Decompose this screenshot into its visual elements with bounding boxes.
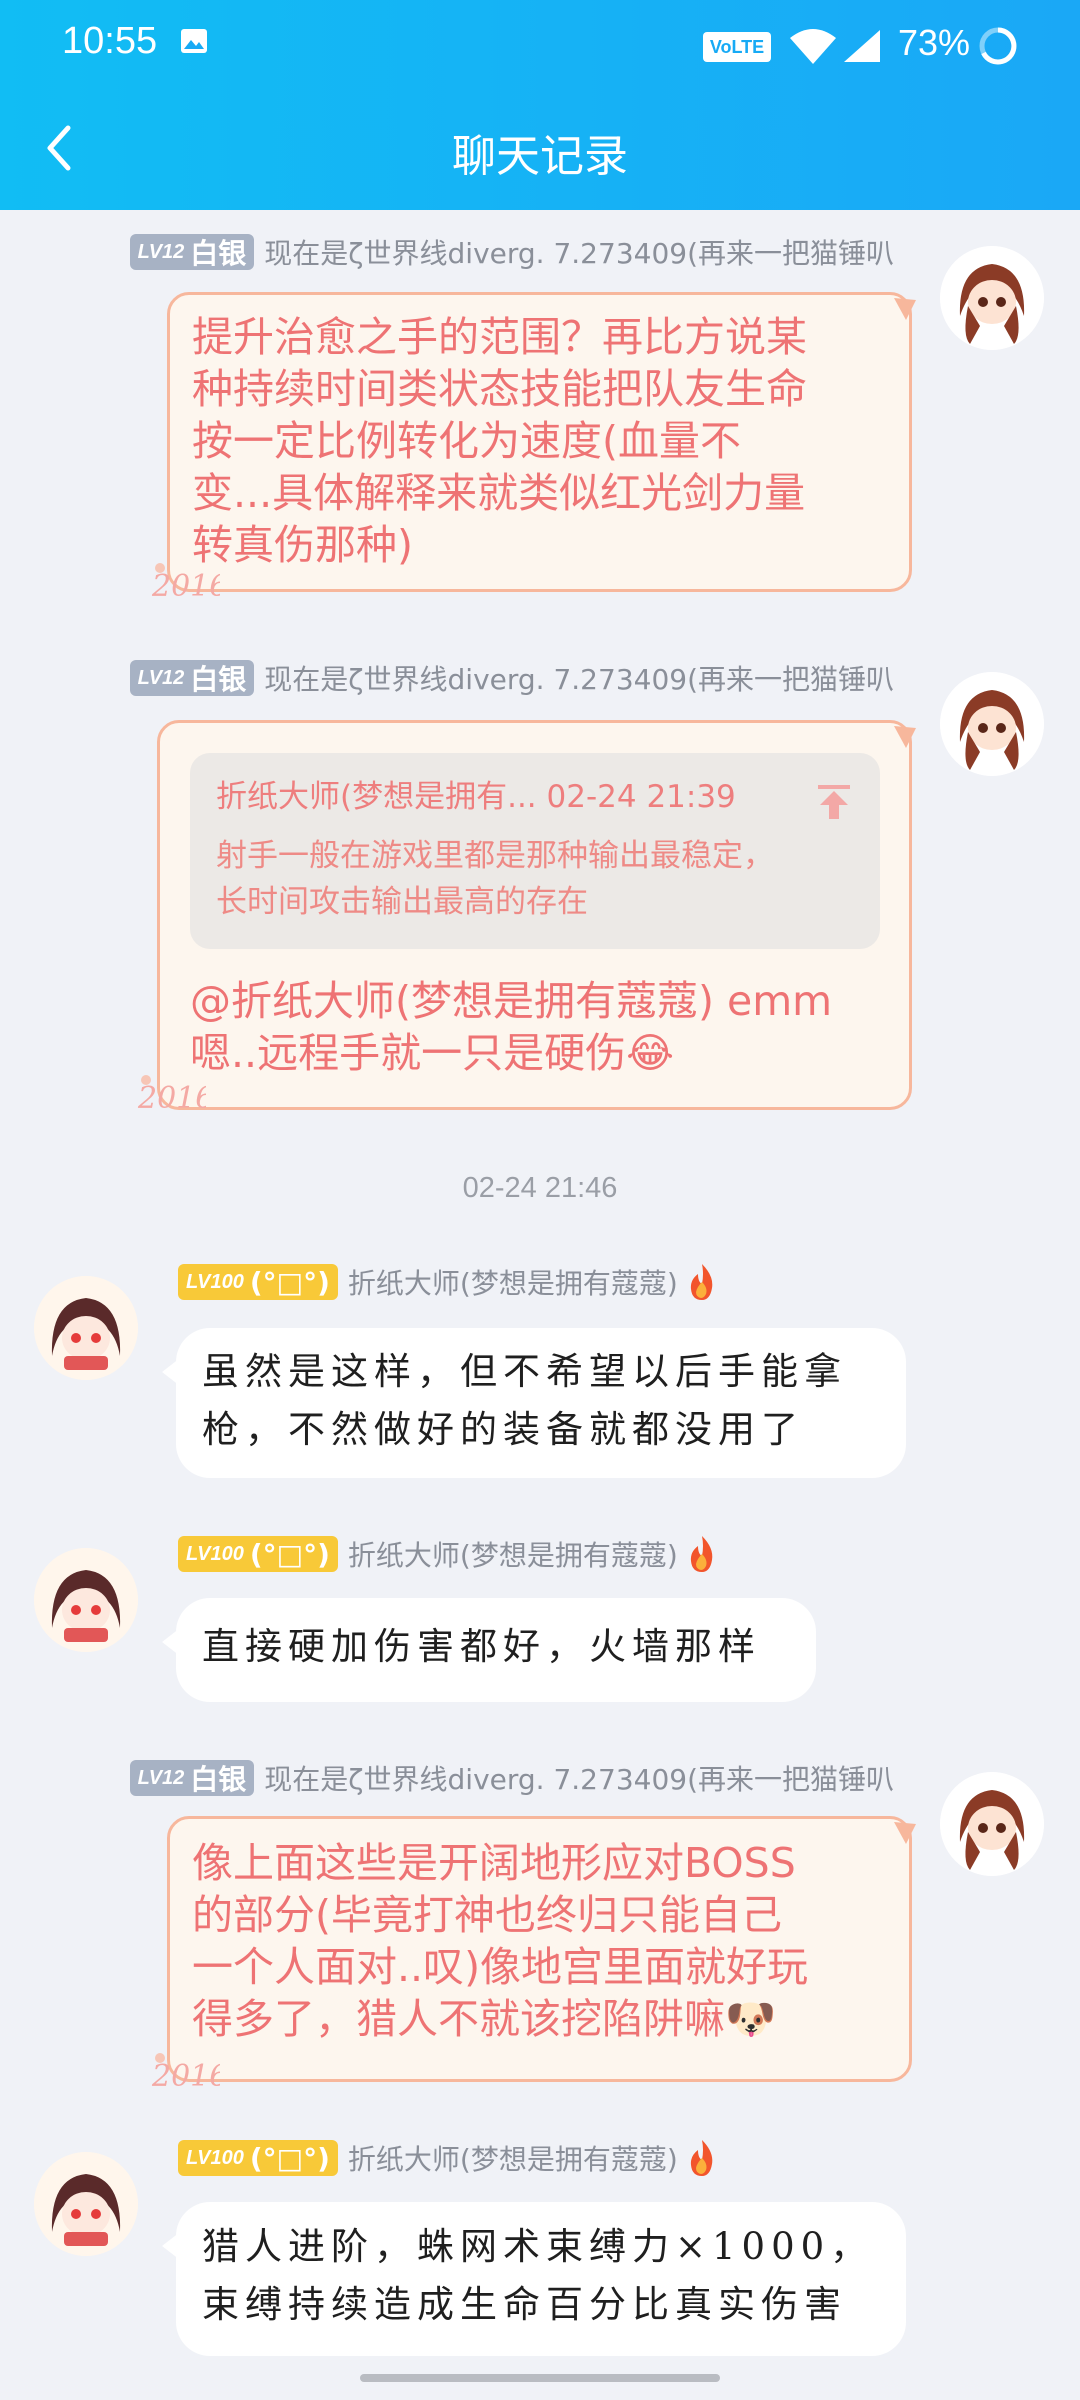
- svg-text:2016: 2016: [151, 2059, 220, 2094]
- quote-text: 射手一般在游戏里都是那种输出最稳定， 长时间攻击输出最高的存在: [216, 838, 774, 920]
- page-title: 聊天记录: [452, 131, 628, 182]
- avatar[interactable]: [940, 672, 1044, 776]
- bubble-corner-decoration-icon: [894, 298, 916, 320]
- sender-row: LV100 (°□°) 折纸大师(梦想是拥有蔻蔻): [178, 1534, 720, 1574]
- message-line: 枪，不然做好的装备就都没用了: [202, 1408, 804, 1451]
- nav-bar: 聊天记录: [0, 90, 1080, 210]
- bubble-decoration-icon: 2016: [151, 563, 220, 604]
- quoted-message[interactable]: 折纸大师(梦想是拥有... 02-24 21:39 射手一般在游戏里都是那种输出…: [190, 753, 880, 949]
- app-header: 10:55 VoLTE 73% 聊天记录: [0, 0, 1080, 210]
- signal-icon: [844, 30, 880, 62]
- sender-name: 折纸大师(梦想是拥有蔻蔻): [347, 1267, 678, 1300]
- message-line: 束缚持续造成生命百分比真实伤害: [202, 2283, 847, 2326]
- wifi-icon: [790, 29, 836, 64]
- flame-icon: [690, 1536, 713, 1572]
- message-line: 像上面这些是开阔地形应对BOSS: [192, 1839, 796, 1887]
- avatar[interactable]: [34, 1276, 138, 1380]
- level-badge: LV100 (°□°): [178, 2140, 338, 2176]
- bubble-corner-decoration-icon: [894, 726, 916, 748]
- message-line: 虽然是这样，但不希望以后手能拿: [202, 1350, 847, 1393]
- message-bubble: 像上面这些是开阔地形应对BOSS 的部分(毕竟打神也终归只能自己 一个人面对..…: [167, 1816, 912, 2082]
- sender-name: 现在是ζ世界线diverg. 7.273409(再来一把猫锤叭: [264, 663, 894, 696]
- image-icon: [181, 29, 207, 53]
- flame-icon: [690, 2140, 713, 2176]
- chat-message: LV12 白银 现在是ζ世界线diverg. 7.273409(再来一把猫锤叭 …: [0, 658, 1080, 1128]
- status-time: 10:55: [62, 20, 158, 62]
- message-bubble: 猎人进阶，蛛网术束缚力×1000， 束缚持续造成生命百分比真实伤害: [162, 2202, 906, 2356]
- sender-name: 折纸大师(梦想是拥有蔻蔻): [347, 1539, 678, 1572]
- pin-top-icon[interactable]: [814, 781, 854, 821]
- message-line: 得多了，猎人不就该挖陷阱嘛🐶: [192, 1995, 777, 2043]
- avatar[interactable]: [34, 2152, 138, 2256]
- chat-message: LV100 (°□°) 折纸大师(梦想是拥有蔻蔻) 虽然是这样，但不希望以后手能…: [0, 1262, 1080, 1502]
- avatar[interactable]: [34, 1548, 138, 1652]
- chat-message: LV12 白银 现在是ζ世界线diverg. 7.273409(再来一把猫锤叭 …: [0, 1758, 1080, 2098]
- svg-text:2016: 2016: [137, 1081, 206, 1116]
- message-text: @折纸大师(梦想是拥有蔻蔻) emm 嗯..远程手就一只是硬伤😂: [190, 975, 890, 1079]
- avatar[interactable]: [940, 246, 1044, 350]
- sender-row: LV12 白银 现在是ζ世界线diverg. 7.273409(再来一把猫锤叭: [129, 232, 894, 272]
- sender-row: LV12 白银 现在是ζ世界线diverg. 7.273409(再来一把猫锤叭: [129, 658, 894, 698]
- message-bubble: 折纸大师(梦想是拥有... 02-24 21:39 射手一般在游戏里都是那种输出…: [157, 720, 912, 1110]
- chat-message: LV100 (°□°) 折纸大师(梦想是拥有蔻蔻) 直接硬加伤害都好，火墙那样: [0, 1534, 1080, 1714]
- message-line: @折纸大师(梦想是拥有蔻蔻) emm: [190, 977, 833, 1025]
- level-badge: LV100 (°□°): [178, 1536, 338, 1572]
- sender-row: LV12 白银 现在是ζ世界线diverg. 7.273409(再来一把猫锤叭: [129, 1758, 894, 1798]
- sender-row: LV100 (°□°) 折纸大师(梦想是拥有蔻蔻): [178, 1262, 720, 1302]
- avatar[interactable]: [940, 1772, 1044, 1876]
- volte-badge: VoLTE: [703, 32, 771, 62]
- sender-row: LV100 (°□°) 折纸大师(梦想是拥有蔻蔻): [178, 2138, 720, 2178]
- sender-name: 折纸大师(梦想是拥有蔻蔻): [347, 2143, 678, 2176]
- message-line: 转真伤那种): [192, 521, 413, 569]
- sender-name: 现在是ζ世界线diverg. 7.273409(再来一把猫锤叭: [264, 237, 894, 270]
- sender-name: 现在是ζ世界线diverg. 7.273409(再来一把猫锤叭: [264, 1763, 894, 1796]
- message-line: 的部分(毕竟打神也终归只能自己: [192, 1891, 782, 1939]
- message-line: 直接硬加伤害都好，火墙那样: [202, 1625, 761, 1668]
- chat-message: LV12 白银 现在是ζ世界线diverg. 7.273409(再来一把猫锤叭 …: [0, 232, 1080, 612]
- message-line: 按一定比例转化为速度(血量不: [192, 417, 741, 465]
- svg-text:2016: 2016: [151, 569, 220, 604]
- message-bubble: 直接硬加伤害都好，火墙那样: [162, 1598, 816, 1702]
- level-badge: LV12 白银: [129, 234, 255, 270]
- message-line: 种持续时间类状态技能把队友生命: [192, 365, 807, 413]
- level-badge: LV12 白银: [129, 1760, 255, 1796]
- message-bubble: 虽然是这样，但不希望以后手能拿 枪，不然做好的装备就都没用了: [162, 1328, 906, 1478]
- level-badge: LV12 白银: [129, 660, 255, 696]
- status-bar: 10:55 VoLTE 73%: [0, 0, 1080, 90]
- message-line: 猎人进阶，蛛网术束缚力×1000，: [202, 2225, 874, 2268]
- message-line: 变...具体解释来就类似红光剑力量: [192, 469, 806, 517]
- quote-author: 折纸大师(梦想是拥有... 02-24 21:39: [216, 779, 736, 815]
- home-indicator[interactable]: [360, 2374, 720, 2382]
- bubble-decoration-icon: 2016: [151, 2053, 220, 2094]
- battery-percent: 73%: [898, 22, 971, 63]
- message-bubble: 提升治愈之手的范围？再比方说某 种持续时间类状态技能把队友生命 按一定比例转化为…: [167, 292, 912, 592]
- message-line: 一个人面对..叹)像地宫里面就好玩: [192, 1943, 809, 1991]
- battery-ring-icon: [979, 27, 1017, 65]
- message-line: 提升治愈之手的范围？再比方说某: [192, 313, 807, 361]
- chat-timestamp: 02-24 21:46: [462, 1172, 618, 1204]
- bubble-corner-decoration-icon: [894, 1822, 916, 1844]
- chat-message: LV100 (°□°) 折纸大师(梦想是拥有蔻蔻) 猎人进阶，蛛网术束缚力×10…: [0, 2138, 1080, 2378]
- flame-icon: [690, 1264, 713, 1300]
- message-line: 嗯..远程手就一只是硬伤😂: [190, 1029, 674, 1077]
- bubble-decoration-icon: 2016: [137, 1075, 206, 1116]
- level-badge: LV100 (°□°): [178, 1264, 338, 1300]
